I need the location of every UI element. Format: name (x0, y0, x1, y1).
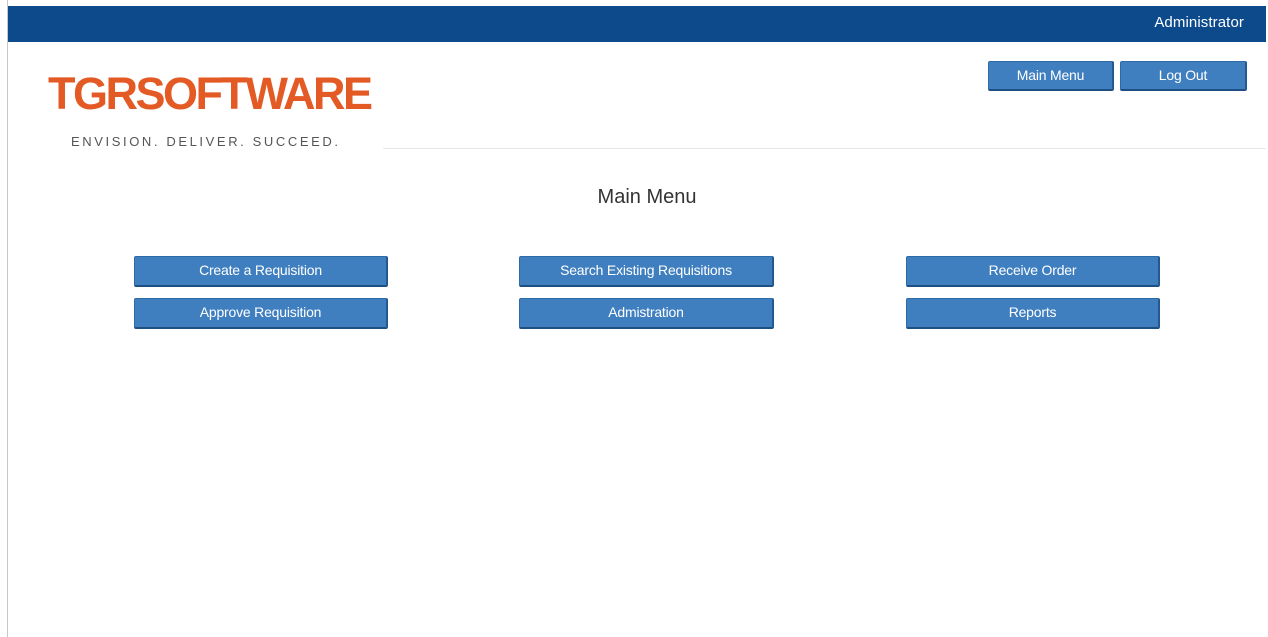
company-logo: TGRSOFTWARE ENVISION. DELIVER. SUCCEED. (48, 68, 388, 149)
page-title: Main Menu (597, 186, 697, 208)
logo-tagline: ENVISION. DELIVER. SUCCEED. (71, 134, 341, 149)
window-left-edge (0, 0, 8, 637)
header-divider (383, 148, 1266, 149)
logo-wordmark: TGRSOFTWARE (48, 68, 373, 119)
receive-order-button[interactable]: Receive Order (906, 256, 1160, 287)
main-menu-button[interactable]: Main Menu (988, 61, 1114, 91)
logout-button[interactable]: Log Out (1120, 61, 1247, 91)
top-bar: Administrator (8, 6, 1266, 42)
user-name: Administrator (1154, 14, 1244, 31)
page: Administrator TGRSOFTWARE ENVISION. DELI… (0, 0, 1268, 637)
search-requisitions-button[interactable]: Search Existing Requisitions (519, 256, 774, 287)
create-requisition-button[interactable]: Create a Requisition (134, 256, 388, 287)
administration-button[interactable]: Admistration (519, 298, 774, 329)
approve-requisition-button[interactable]: Approve Requisition (134, 298, 388, 329)
reports-button[interactable]: Reports (906, 298, 1160, 329)
